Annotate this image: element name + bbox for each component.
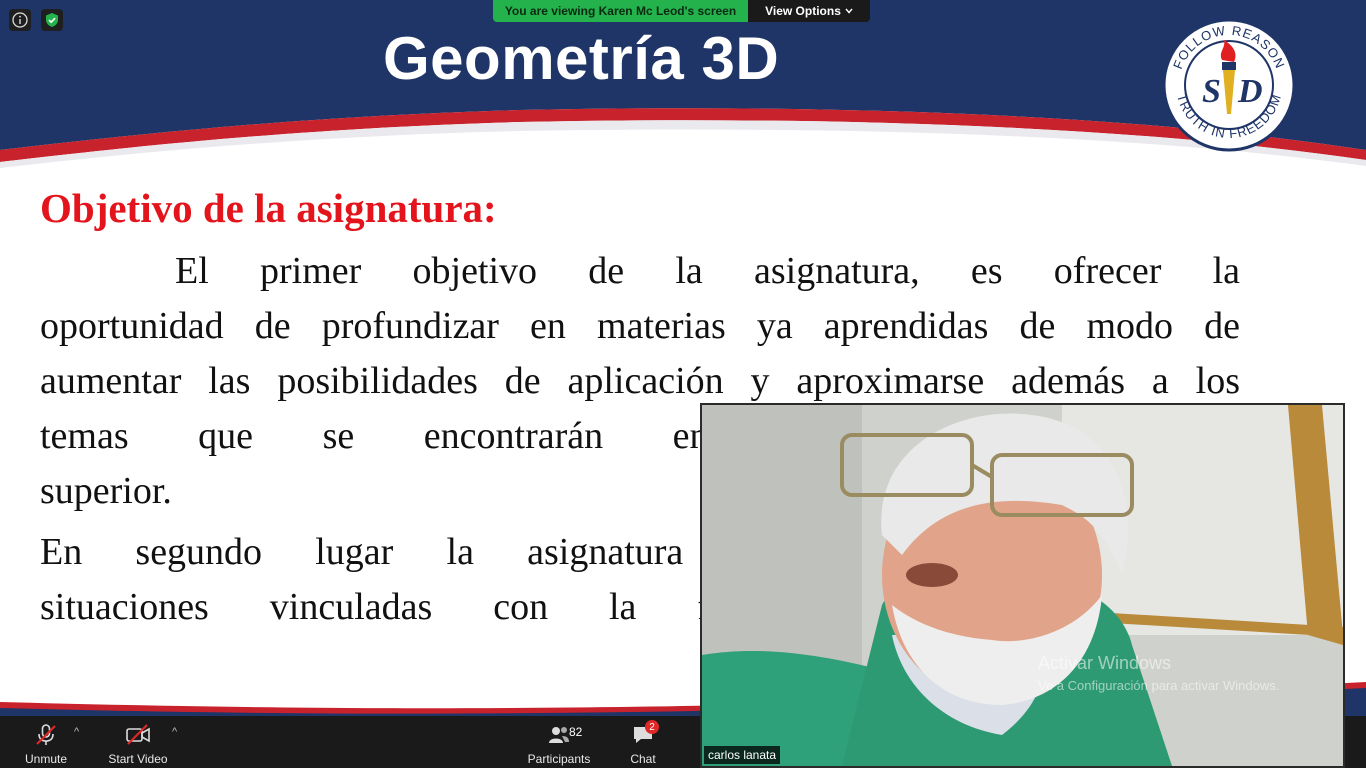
microphone-muted-icon — [36, 724, 56, 745]
info-icon — [12, 12, 28, 28]
audio-options-caret-icon[interactable]: ^ — [74, 726, 79, 738]
school-logo: FOLLOW REASON TRUTH IN FREEDOM S D — [1162, 18, 1296, 152]
participant-video-tile[interactable]: Activar Windows Ve a Configuración para … — [700, 403, 1345, 768]
start-video-label: Start Video — [108, 752, 168, 766]
encryption-status-button[interactable] — [41, 9, 63, 31]
logo-monogram-left: S — [1202, 73, 1221, 110]
shield-check-icon — [46, 13, 58, 27]
meeting-info-button[interactable] — [9, 9, 31, 31]
logo-monogram-right: D — [1237, 73, 1263, 110]
participant-name-label: carlos lanata — [704, 746, 781, 764]
windows-activation-watermark-subtitle: Ve a Configuración para activar Windows. — [1038, 678, 1280, 693]
view-options-label: View Options — [765, 4, 841, 18]
screen-share-banner: You are viewing Karen Mc Leod's screen — [493, 0, 748, 22]
paragraph-1-line: oportunidad de profundizar en materias y… — [40, 305, 1240, 347]
chat-unread-badge: 2 — [645, 720, 659, 734]
video-camera-off-icon — [126, 724, 150, 745]
objective-heading: Objetivo de la asignatura: — [40, 185, 497, 231]
participants-count: 82 — [569, 725, 583, 739]
chat-label: Chat — [630, 752, 656, 766]
windows-activation-watermark-title: Activar Windows — [1038, 653, 1172, 673]
meeting-toolbar: Unmute ^ Start Video ^ 82 Participants 2… — [0, 716, 700, 768]
paragraph-1-line: El primer objetivo de la asignatura, es … — [175, 250, 1240, 292]
unmute-button[interactable]: Unmute — [18, 720, 74, 766]
chat-button[interactable]: 2 Chat — [620, 720, 666, 766]
toolbar-right-edge — [1345, 716, 1366, 768]
participants-icon — [549, 727, 569, 743]
unmute-label: Unmute — [24, 752, 68, 766]
chevron-down-icon — [845, 8, 853, 14]
slide-title: Geometría 3D — [383, 25, 780, 92]
participants-label: Participants — [527, 752, 591, 766]
participant-video-feed — [702, 405, 1343, 766]
paragraph-1-line: aumentar las posibilidades de aplicación… — [40, 360, 1240, 402]
view-options-button[interactable]: View Options — [748, 0, 870, 22]
participants-button[interactable]: 82 Participants — [524, 720, 594, 766]
start-video-button[interactable]: Start Video — [104, 720, 172, 766]
video-options-caret-icon[interactable]: ^ — [172, 726, 177, 738]
